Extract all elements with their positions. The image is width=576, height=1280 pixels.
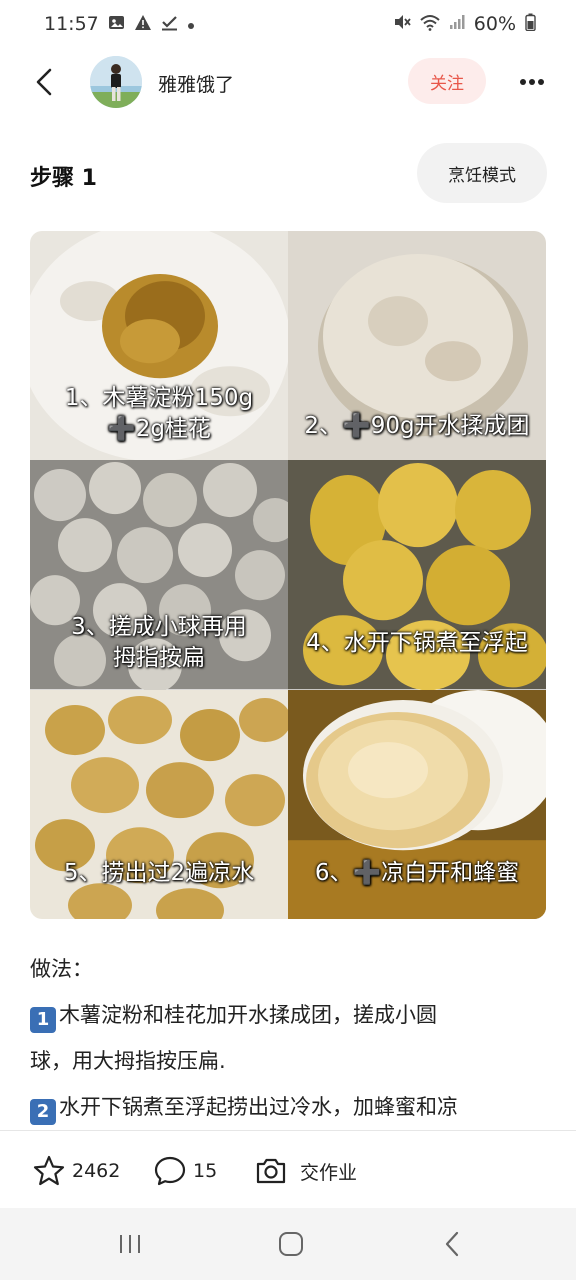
system-back-icon bbox=[445, 1231, 459, 1257]
photo-caption-3: 3、搓成小球再用 拇指按扁 bbox=[30, 612, 288, 674]
top-header: 雅雅饿了 关注 bbox=[0, 52, 576, 112]
caption-line: 6、➕凉白开和蜂蜜 bbox=[314, 859, 520, 886]
comment-button[interactable]: 15 bbox=[153, 1154, 217, 1188]
camera-icon bbox=[256, 1158, 286, 1184]
caption-line: 2、➕90g开水揉成团 bbox=[304, 413, 530, 439]
method-text: 木薯淀粉和桂花加开水揉成团，搓成小圆 bbox=[59, 1003, 437, 1027]
dot-icon bbox=[187, 15, 195, 34]
photo-cell-4: 4、水开下锅煮至浮起 bbox=[288, 460, 546, 690]
step-title: 步骤 1 bbox=[30, 166, 97, 191]
photo-cell-1: 1、木薯淀粉150g ➕2g桂花 bbox=[30, 231, 288, 461]
photo-cell-6: 6、➕凉白开和蜂蜜 bbox=[288, 689, 546, 919]
wifi-icon bbox=[420, 14, 440, 35]
photo-caption-1: 1、木薯淀粉150g ➕2g桂花 bbox=[30, 383, 288, 445]
photo-cell-5: 5、捞出过2遍凉水 bbox=[30, 689, 288, 919]
step-number-badge: 1 bbox=[30, 1007, 56, 1033]
homework-label: 交作业 bbox=[300, 1161, 358, 1184]
status-left: 11:57 bbox=[44, 13, 195, 35]
recent-apps-button[interactable] bbox=[110, 1228, 150, 1260]
photo-cell-2: 2、➕90g开水揉成团 bbox=[288, 231, 546, 461]
image-icon bbox=[108, 14, 125, 35]
back-button[interactable] bbox=[28, 64, 60, 100]
method-text: 水开下锅煮至浮起捞出过冷水，加蜂蜜和凉 bbox=[59, 1095, 458, 1119]
photo-caption-4: 4、水开下锅煮至浮起 bbox=[288, 628, 546, 659]
caption-line: 拇指按扁 bbox=[113, 645, 205, 672]
photo-caption-6: 6、➕凉白开和蜂蜜 bbox=[288, 858, 546, 889]
bottom-action-bar: 2462 15 交作业 bbox=[0, 1134, 576, 1208]
method-section: 做法： 1 木薯淀粉和桂花加开水揉成团，搓成小圆 球，用大拇指按压扁. 2 水开下锅… bbox=[30, 946, 550, 1130]
star-icon bbox=[33, 1155, 65, 1186]
warning-icon bbox=[134, 14, 152, 35]
check-icon bbox=[161, 14, 178, 35]
status-bar: 11:57 60% bbox=[0, 0, 576, 48]
step-number-badge: 2 bbox=[30, 1099, 56, 1125]
comment-count: 15 bbox=[193, 1160, 218, 1182]
cooking-mode-button[interactable]: 烹饪模式 bbox=[417, 143, 547, 203]
homework-button[interactable]: 交作业 bbox=[254, 1154, 357, 1188]
action-bar-divider bbox=[0, 1130, 576, 1131]
status-right: 60% bbox=[393, 13, 536, 35]
favorite-count: 2462 bbox=[72, 1160, 121, 1182]
method-text: 球，用大拇指按压扁. bbox=[30, 1049, 226, 1073]
recent-apps-icon bbox=[120, 1235, 140, 1253]
system-nav-bar bbox=[0, 1208, 576, 1280]
photo-caption-2: 2、➕90g开水揉成团 bbox=[288, 411, 546, 442]
more-icon bbox=[520, 79, 544, 85]
battery-icon bbox=[525, 13, 536, 35]
photo-caption-5: 5、捞出过2遍凉水 bbox=[30, 858, 288, 889]
photo-cell-3: 3、搓成小球再用 拇指按扁 bbox=[30, 460, 288, 690]
method-heading: 做法： bbox=[30, 957, 93, 981]
home-button[interactable] bbox=[271, 1228, 311, 1260]
mute-icon bbox=[393, 13, 411, 35]
follow-button[interactable]: 关注 bbox=[408, 58, 486, 104]
method-line-1: 1 木薯淀粉和桂花加开水揉成团，搓成小圆 bbox=[30, 992, 550, 1038]
caption-line: 3、搓成小球再用 bbox=[71, 614, 247, 641]
caption-line: 5、捞出过2遍凉水 bbox=[63, 859, 255, 886]
caption-line: 4、水开下锅煮至浮起 bbox=[306, 630, 528, 657]
favorite-button[interactable]: 2462 bbox=[32, 1154, 120, 1188]
method-line-2: 球，用大拇指按压扁. bbox=[30, 1038, 550, 1084]
author-avatar[interactable] bbox=[90, 56, 142, 108]
more-options-button[interactable] bbox=[512, 66, 552, 98]
caption-line: 1、木薯淀粉150g bbox=[64, 385, 254, 411]
comment-icon bbox=[154, 1156, 186, 1186]
caption-line: ➕2g桂花 bbox=[107, 416, 211, 442]
signal-icon bbox=[449, 14, 465, 34]
status-time: 11:57 bbox=[44, 13, 99, 35]
home-icon bbox=[279, 1232, 303, 1256]
author-name[interactable]: 雅雅饿了 bbox=[158, 70, 234, 97]
back-arrow-icon bbox=[36, 68, 52, 96]
method-line-3: 2 水开下锅煮至浮起捞出过冷水，加蜂蜜和凉 bbox=[30, 1084, 550, 1130]
system-back-button[interactable] bbox=[432, 1228, 472, 1260]
step-photo-collage[interactable]: 1、木薯淀粉150g ➕2g桂花 2、➕90g开水揉成团 3、搓成小球再用 拇指… bbox=[30, 231, 546, 919]
battery-percent: 60% bbox=[473, 13, 516, 35]
